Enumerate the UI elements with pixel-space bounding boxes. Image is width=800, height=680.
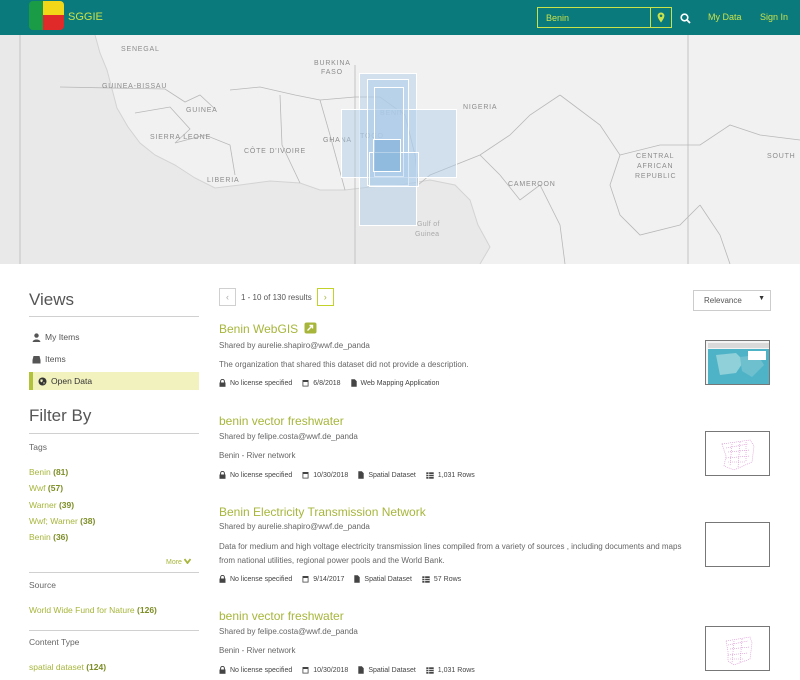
tag-filter[interactable]: Benin (36) (29, 532, 68, 542)
result-thumbnail[interactable] (705, 626, 770, 671)
result-metadata: No license specified 6/8/2018 Web Mappin… (219, 378, 449, 388)
file-icon (350, 379, 357, 387)
result-title[interactable]: Benin Electricity Transmission Network (219, 505, 426, 519)
sort-value: Relevance (704, 296, 742, 305)
chevron-down-icon (183, 558, 192, 565)
divider (29, 433, 199, 434)
map-label-republic: REPUBLIC (635, 173, 677, 180)
map-label-cameroon: CAMEROON (508, 181, 556, 188)
globe-icon (38, 377, 47, 386)
map-label-nigeria: NIGERIA (463, 104, 498, 111)
view-label: Open Data (51, 376, 93, 386)
table-icon (426, 471, 434, 479)
map-label-liberia: LIBERIA (207, 177, 240, 184)
result-metadata: No license specified 9/14/2017 Spatial D… (219, 574, 471, 584)
tag-filter[interactable]: Benin (81) (29, 467, 68, 477)
map-label-african: AFRICAN (637, 163, 674, 170)
result-title[interactable]: benin vector freshwater (219, 414, 344, 428)
tags-label: Tags (29, 442, 47, 452)
divider (29, 316, 199, 317)
table-icon (426, 666, 434, 674)
file-icon (354, 575, 361, 583)
map-label-guinea: GUINEA (186, 107, 218, 114)
result-owner: Shared by felipe.costa@wwf.de_panda (219, 627, 358, 636)
result-description: Benin - River network (219, 451, 296, 460)
calendar-icon (302, 380, 309, 387)
map-label-sierra-leone: SIERRA LEONE (150, 134, 211, 141)
result-owner: Shared by aurelie.shapiro@wwf.de_panda (219, 522, 370, 531)
next-page-button[interactable]: › (316, 288, 334, 306)
search-icon[interactable] (680, 11, 691, 29)
result-title[interactable]: Benin WebGIS (219, 322, 317, 336)
hdd-icon (32, 355, 41, 364)
external-link-icon (304, 322, 316, 334)
view-label: Items (45, 354, 66, 364)
result-title[interactable]: benin vector freshwater (219, 609, 344, 623)
source-filter[interactable]: World Wide Fund for Nature (126) (29, 605, 157, 615)
map-label-south: SOUTH (767, 153, 796, 160)
caret-down-icon: ▼ (758, 295, 765, 302)
lock-icon (219, 379, 226, 387)
view-items[interactable]: Items (29, 350, 199, 368)
calendar-icon (302, 472, 309, 479)
divider (29, 630, 199, 631)
benin-flag-logo[interactable] (29, 1, 64, 30)
map-label-senegal: SENEGAL (121, 46, 160, 53)
result-description: Benin - River network (219, 646, 296, 655)
divider (29, 572, 199, 573)
map-label-guinea-gulf: Guinea (415, 231, 440, 238)
result-description: The organization that shared this datase… (219, 360, 469, 369)
result-owner: Shared by felipe.costa@wwf.de_panda (219, 432, 358, 441)
tag-filter[interactable]: Warner (39) (29, 500, 74, 510)
tag-filter[interactable]: Wwf (57) (29, 483, 63, 493)
sort-select[interactable]: Relevance ▼ (693, 290, 771, 311)
lock-icon (219, 666, 226, 674)
result-thumbnail[interactable] (705, 340, 770, 385)
file-icon (358, 471, 365, 479)
search-input[interactable] (538, 8, 651, 27)
pagination: ‹ 1 - 10 of 130 results › (219, 288, 334, 306)
prev-page-button[interactable]: ‹ (219, 288, 236, 306)
tag-filter[interactable]: Wwf; Warner (38) (29, 516, 95, 526)
map-label-guinea-bissau: GUINEA-BISSAU (102, 83, 168, 90)
top-navigation-bar: SGGIE My Data Sign In (0, 0, 800, 35)
source-label: Source (29, 580, 56, 590)
views-heading: Views (29, 290, 75, 309)
location-pin-button[interactable] (650, 8, 671, 27)
search-box (537, 7, 672, 28)
file-icon (358, 666, 365, 674)
site-brand[interactable]: SGGIE (68, 11, 103, 23)
location-pin-icon (657, 12, 665, 23)
table-icon (422, 575, 430, 583)
more-tags-link[interactable]: More (166, 558, 192, 566)
map-label-cote-divoire: CÔTE D'IVOIRE (244, 148, 306, 155)
result-thumbnail[interactable] (705, 431, 770, 476)
dataset-footprint[interactable] (373, 139, 401, 172)
content-type-label: Content Type (29, 637, 80, 647)
map-label-gulf-of: Gulf of (417, 221, 440, 228)
view-my-items[interactable]: My Items (29, 328, 199, 346)
map-label-faso: FASO (321, 69, 343, 76)
calendar-icon (302, 667, 309, 674)
search-results-map[interactable]: SENEGAL GUINEA-BISSAU BURKINA FASO GUINE… (0, 35, 800, 264)
result-owner: Shared by aurelie.shapiro@wwf.de_panda (219, 341, 370, 350)
result-metadata: No license specified 10/30/2018 Spatial … (219, 665, 485, 675)
lock-icon (219, 575, 226, 583)
view-open-data[interactable]: Open Data (29, 372, 199, 390)
sign-in-link[interactable]: Sign In (760, 12, 788, 22)
result-description: Data for medium and high voltage electri… (219, 542, 682, 565)
result-thumbnail[interactable] (705, 522, 770, 567)
filter-by-heading: Filter By (29, 406, 92, 425)
view-label: My Items (45, 332, 80, 342)
content-type-filter[interactable]: spatial dataset (124) (29, 662, 106, 672)
map-label-central: CENTRAL (636, 153, 675, 160)
user-icon (32, 332, 41, 342)
calendar-icon (302, 576, 309, 583)
my-data-link[interactable]: My Data (708, 12, 742, 22)
lock-icon (219, 471, 226, 479)
map-label-burkina: BURKINA (314, 60, 351, 67)
result-metadata: No license specified 10/30/2018 Spatial … (219, 470, 485, 480)
results-count: 1 - 10 of 130 results (241, 292, 312, 302)
